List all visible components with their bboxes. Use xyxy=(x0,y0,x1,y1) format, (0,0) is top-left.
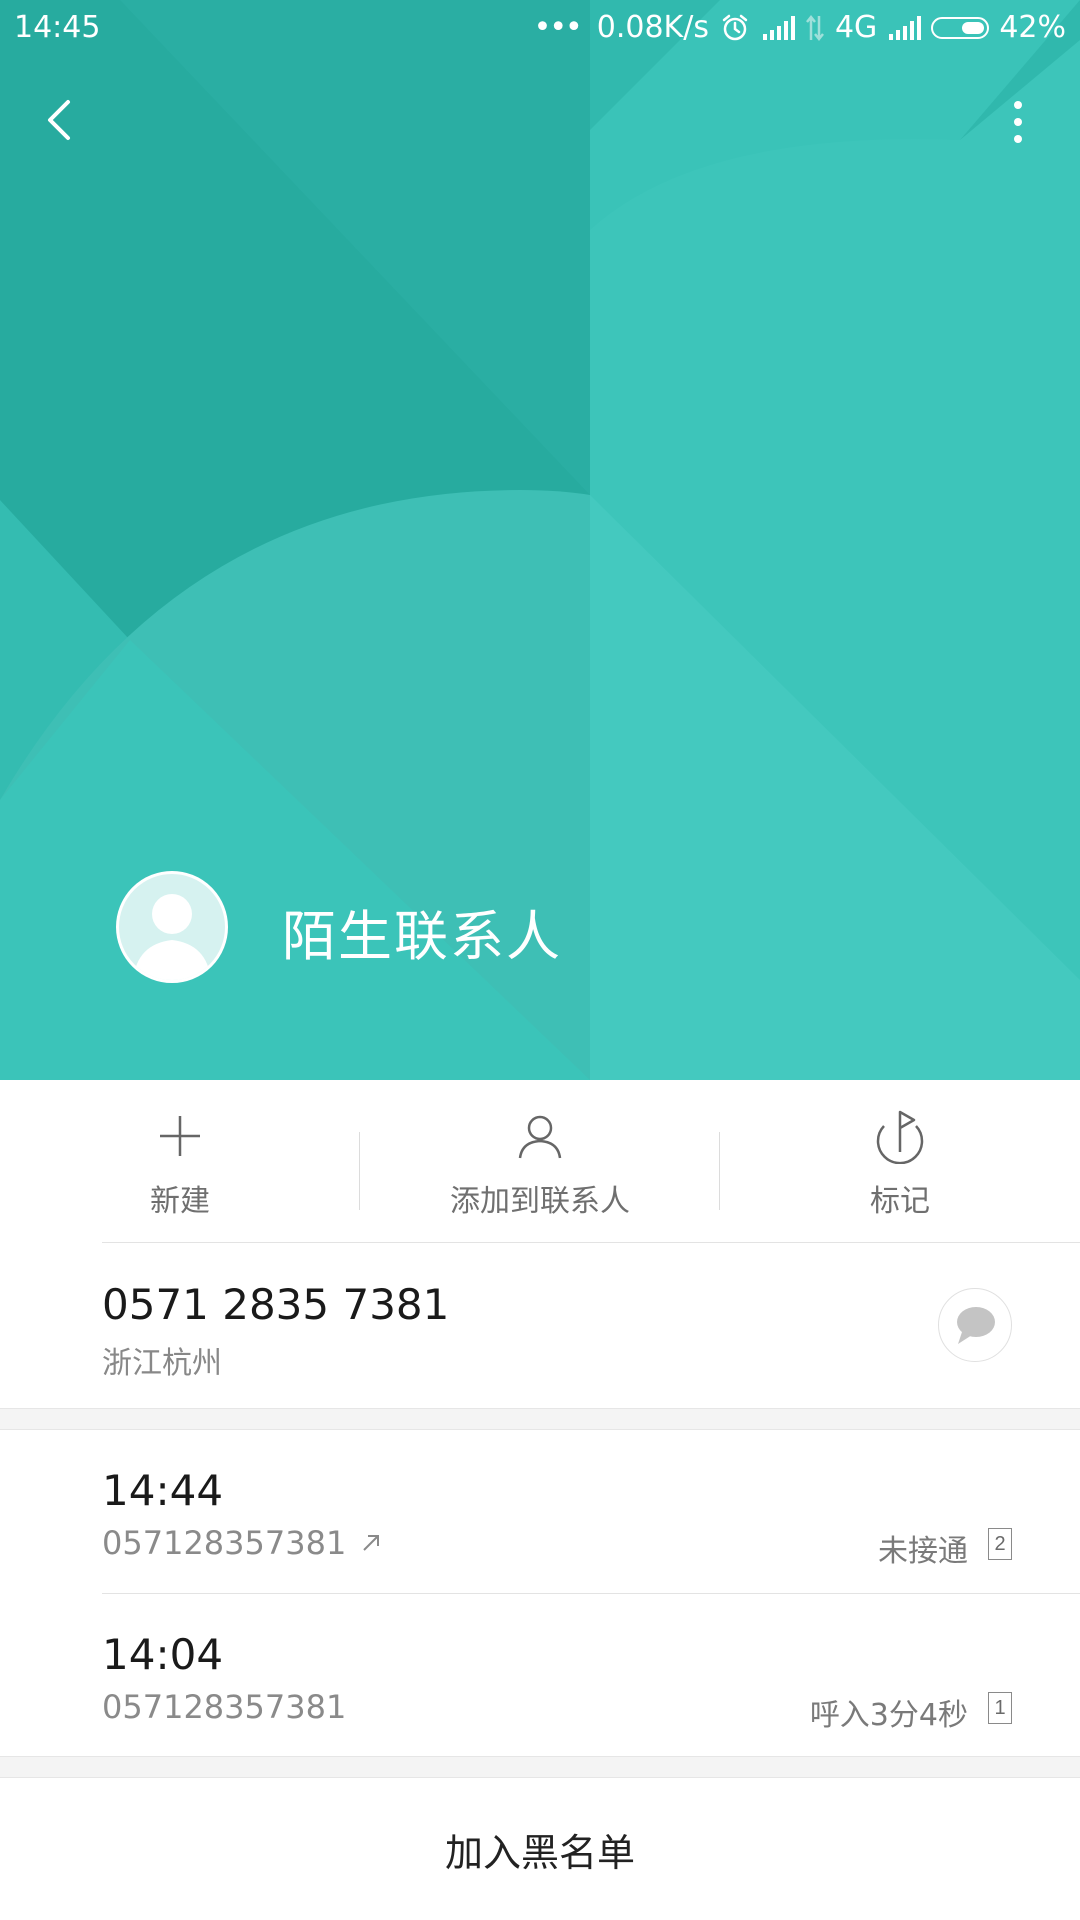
phone-number-row[interactable]: 0571 2835 7381 浙江杭州 xyxy=(0,1242,1080,1408)
call-log-item[interactable]: 14:44 057128357381 未接通 2 xyxy=(0,1430,1080,1594)
status-time: 14:45 xyxy=(14,10,101,45)
add-to-contacts-button[interactable]: 添加到联系人 xyxy=(360,1080,720,1242)
action-separator xyxy=(719,1132,720,1210)
alarm-icon xyxy=(722,14,748,40)
mark-button[interactable]: 标记 xyxy=(720,1080,1080,1242)
action-bar: 新建 添加到联系人 标记 xyxy=(0,1080,1080,1242)
call-number: 057128357381 xyxy=(102,1524,347,1562)
call-log-item[interactable]: 14:04 057128357381 呼入3分4秒 1 xyxy=(0,1594,1080,1758)
section-gap xyxy=(0,1408,1080,1430)
call-status: 呼入3分4秒 xyxy=(809,1698,968,1733)
signal-icon xyxy=(889,15,922,40)
more-options-button[interactable] xyxy=(996,92,1040,152)
mark-label: 标记 xyxy=(870,1184,930,1219)
call-status: 未接通 xyxy=(878,1534,968,1569)
person-outline-icon xyxy=(518,1115,562,1159)
battery-level: 42% xyxy=(999,10,1066,45)
send-message-button[interactable] xyxy=(938,1288,1012,1362)
chevron-left-icon xyxy=(48,100,70,140)
new-contact-label: 新建 xyxy=(150,1184,210,1219)
call-number: 057128357381 xyxy=(102,1688,347,1726)
net-speed: 0.08K/s xyxy=(596,10,709,45)
contact-header: 14:45 ••• 0.08K/s 4G 42% 陌生联系人 xyxy=(0,0,1080,1080)
action-separator xyxy=(359,1132,360,1210)
avatar xyxy=(116,871,228,983)
data-arrows-icon xyxy=(805,14,824,41)
call-count-badge: 2 xyxy=(988,1528,1012,1560)
call-number-line: 057128357381 xyxy=(102,1688,346,1726)
contact-name: 陌生联系人 xyxy=(282,905,562,968)
back-button[interactable] xyxy=(30,90,90,150)
signal-icon xyxy=(762,15,795,40)
call-count-badge: 1 xyxy=(988,1692,1012,1724)
phone-location: 浙江杭州 xyxy=(102,1346,222,1381)
call-number-line: 057128357381 xyxy=(102,1524,382,1562)
add-to-blacklist-button[interactable]: 加入黑名单 xyxy=(0,1778,1080,1920)
caller-detail-screen: 14:45 ••• 0.08K/s 4G 42% 陌生联系人 新建 添加到联系人… xyxy=(0,0,1080,1920)
section-gap xyxy=(0,1756,1080,1778)
call-time: 14:44 xyxy=(102,1466,224,1515)
chat-bubble-icon xyxy=(957,1307,995,1344)
person-silhouette-icon xyxy=(133,894,211,980)
phone-number: 0571 2835 7381 xyxy=(102,1280,450,1329)
new-contact-button[interactable]: 新建 xyxy=(0,1080,360,1242)
battery-icon xyxy=(931,16,990,39)
network-type: 4G xyxy=(834,10,878,45)
outgoing-arrow-icon xyxy=(363,1535,380,1551)
flag-icon xyxy=(876,1110,924,1164)
call-time: 14:04 xyxy=(102,1630,224,1679)
add-to-blacklist-label: 加入黑名单 xyxy=(444,1830,635,1875)
add-to-contacts-label: 添加到联系人 xyxy=(450,1184,630,1219)
status-bar: 14:45 ••• 0.08K/s 4G 42% xyxy=(0,0,1080,58)
notification-dots: ••• xyxy=(533,10,583,45)
more-vertical-icon xyxy=(1014,101,1022,109)
plus-icon xyxy=(160,1116,200,1156)
